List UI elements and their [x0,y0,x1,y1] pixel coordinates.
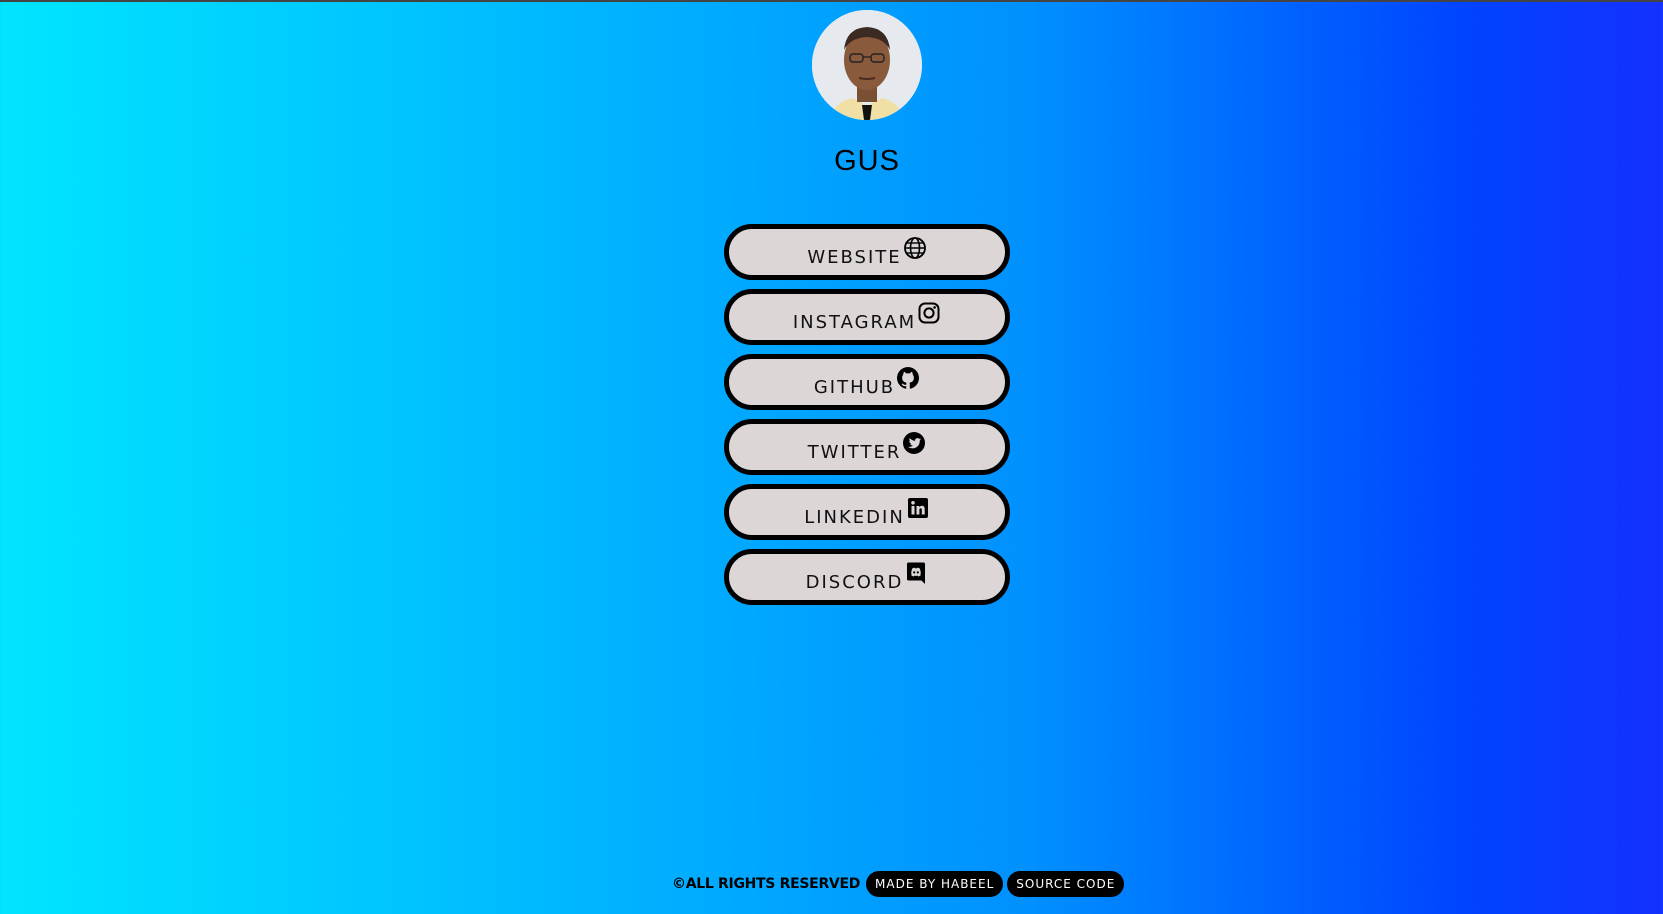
discord-label: DISCORD [805,571,904,593]
footer: ©ALL RIGHTS RESERVED MADE BY HABEEL SOUR… [672,871,1125,897]
github-button[interactable]: GITHUB [724,354,1010,410]
instagram-label: INSTAGRAM [792,311,917,333]
github-label: GITHUB [813,376,896,398]
website-label: WEBSITE [807,246,902,268]
linkedin-icon [906,496,930,520]
discord-button[interactable]: DISCORD [724,549,1010,605]
made-by-button[interactable]: MADE BY HABEEL [866,871,1004,897]
github-icon [896,366,920,390]
link-list: WEBSITE INSTAGRAM GITHUB TWITTER LINKEDI… [724,224,1010,614]
top-border [0,0,1663,2]
profile-photo-icon [812,10,922,120]
instagram-button[interactable]: INSTAGRAM [724,289,1010,345]
profile-name: GUS [834,145,900,177]
source-code-button[interactable]: SOURCE CODE [1007,871,1125,897]
instagram-icon [917,301,941,325]
website-button[interactable]: WEBSITE [724,224,1010,280]
twitter-button[interactable]: TWITTER [724,419,1010,475]
twitter-icon [902,431,926,455]
copyright-text: ©ALL RIGHTS RESERVED [672,876,861,892]
linkedin-label: LINKEDIN [804,506,905,528]
globe-icon [903,236,927,260]
twitter-label: TWITTER [807,441,902,463]
linkedin-button[interactable]: LINKEDIN [724,484,1010,540]
discord-icon [904,561,928,585]
avatar [812,10,922,120]
